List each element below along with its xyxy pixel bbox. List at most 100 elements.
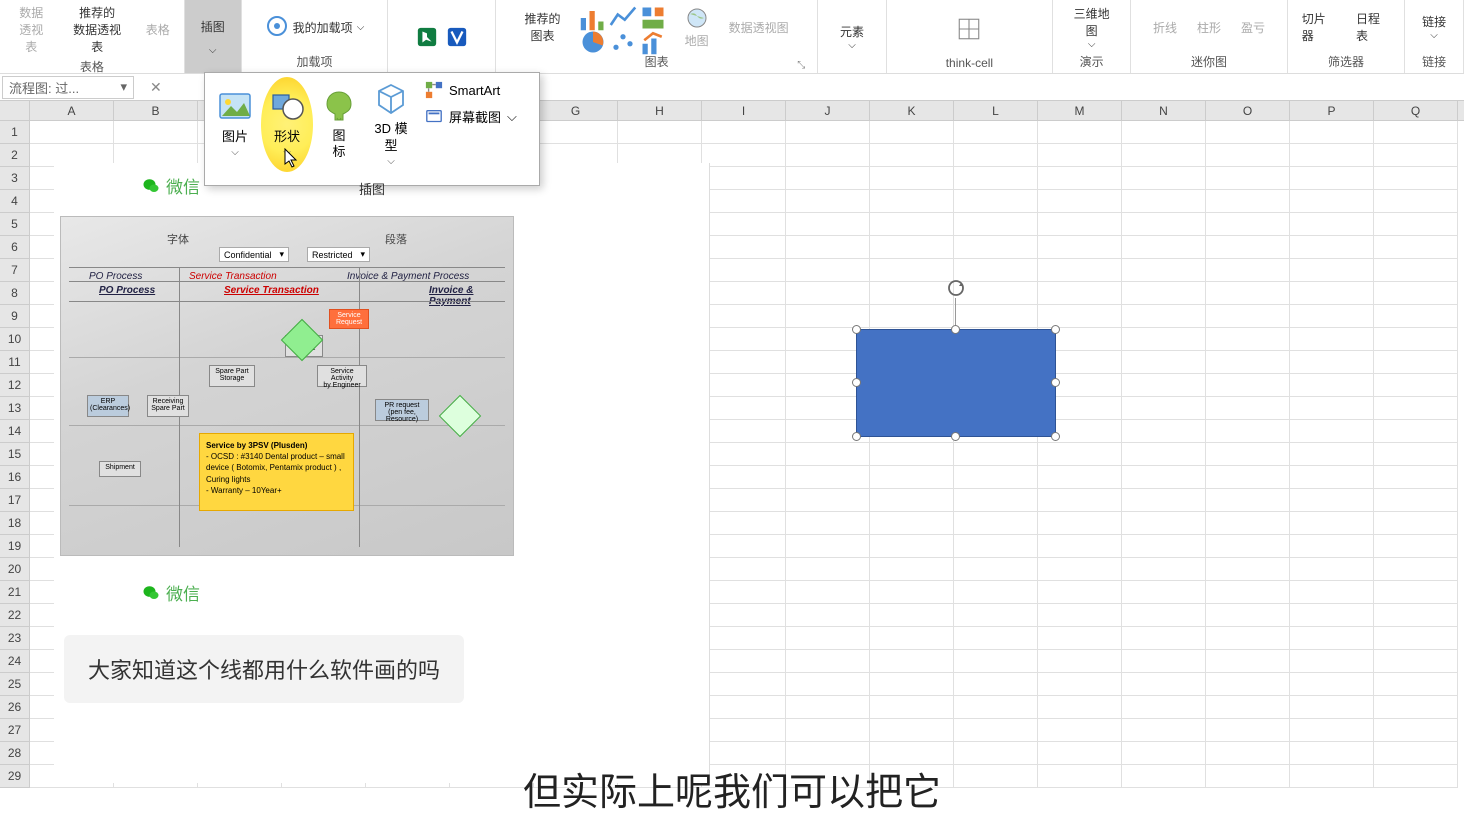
cell-Q24[interactable] <box>1374 650 1458 673</box>
cell-L25[interactable] <box>954 673 1038 696</box>
cell-K7[interactable] <box>870 259 954 282</box>
cell-N12[interactable] <box>1122 374 1206 397</box>
cell-M19[interactable] <box>1038 535 1122 558</box>
cell-O22[interactable] <box>1206 604 1290 627</box>
col-header-J[interactable]: J <box>786 101 870 120</box>
cell-L27[interactable] <box>954 719 1038 742</box>
cell-L21[interactable] <box>954 581 1038 604</box>
row-header-26[interactable]: 26 <box>0 696 30 719</box>
sparkline-winloss-button[interactable]: 盈亏 <box>1233 17 1273 38</box>
row-header-2[interactable]: 2 <box>0 144 30 167</box>
cell-K3[interactable] <box>870 167 954 190</box>
cell-I26[interactable] <box>702 696 786 719</box>
cell-M7[interactable] <box>1038 259 1122 282</box>
cell-P5[interactable] <box>1290 213 1374 236</box>
cell-M20[interactable] <box>1038 558 1122 581</box>
cell-P27[interactable] <box>1290 719 1374 742</box>
cell-M24[interactable] <box>1038 650 1122 673</box>
resize-handle-sw[interactable] <box>852 432 861 441</box>
cell-Q5[interactable] <box>1374 213 1458 236</box>
cell-I18[interactable] <box>702 512 786 535</box>
cell-J18[interactable] <box>786 512 870 535</box>
cell-M23[interactable] <box>1038 627 1122 650</box>
row-header-9[interactable]: 9 <box>0 305 30 328</box>
cell-I23[interactable] <box>702 627 786 650</box>
col-header-P[interactable]: P <box>1290 101 1374 120</box>
cell-L7[interactable] <box>954 259 1038 282</box>
cell-O24[interactable] <box>1206 650 1290 673</box>
cell-Q17[interactable] <box>1374 489 1458 512</box>
cell-I17[interactable] <box>702 489 786 512</box>
cell-Q27[interactable] <box>1374 719 1458 742</box>
cell-O3[interactable] <box>1206 167 1290 190</box>
cell-N6[interactable] <box>1122 236 1206 259</box>
cell-N23[interactable] <box>1122 627 1206 650</box>
cell-O25[interactable] <box>1206 673 1290 696</box>
cell-I2[interactable] <box>702 144 786 167</box>
row-header-14[interactable]: 14 <box>0 420 30 443</box>
cell-J25[interactable] <box>786 673 870 696</box>
cell-K26[interactable] <box>870 696 954 719</box>
cell-Q21[interactable] <box>1374 581 1458 604</box>
cell-P18[interactable] <box>1290 512 1374 535</box>
cell-J7[interactable] <box>786 259 870 282</box>
cell-Q4[interactable] <box>1374 190 1458 213</box>
cell-O11[interactable] <box>1206 351 1290 374</box>
cell-O19[interactable] <box>1206 535 1290 558</box>
thinkcell-icon[interactable] <box>956 16 982 42</box>
cell-K22[interactable] <box>870 604 954 627</box>
cell-Q11[interactable] <box>1374 351 1458 374</box>
cell-L1[interactable] <box>954 121 1038 144</box>
visio-icon[interactable] <box>446 26 468 48</box>
cell-I9[interactable] <box>702 305 786 328</box>
smartart-button[interactable]: SmartArt <box>425 81 517 99</box>
row-header-24[interactable]: 24 <box>0 650 30 673</box>
cell-Q19[interactable] <box>1374 535 1458 558</box>
cell-I4[interactable] <box>702 190 786 213</box>
cell-L6[interactable] <box>954 236 1038 259</box>
cell-J26[interactable] <box>786 696 870 719</box>
row-header-8[interactable]: 8 <box>0 282 30 305</box>
cell-O9[interactable] <box>1206 305 1290 328</box>
cell-Q26[interactable] <box>1374 696 1458 719</box>
cell-Q7[interactable] <box>1374 259 1458 282</box>
row-header-4[interactable]: 4 <box>0 190 30 213</box>
map-button[interactable]: 地图 <box>677 4 717 51</box>
cell-M1[interactable] <box>1038 121 1122 144</box>
cell-K2[interactable] <box>870 144 954 167</box>
cell-P16[interactable] <box>1290 466 1374 489</box>
col-header-N[interactable]: N <box>1122 101 1206 120</box>
bing-maps-icon[interactable] <box>416 26 438 48</box>
cell-L18[interactable] <box>954 512 1038 535</box>
cell-N2[interactable] <box>1122 144 1206 167</box>
cell-P23[interactable] <box>1290 627 1374 650</box>
cell-J2[interactable] <box>786 144 870 167</box>
cell-Q3[interactable] <box>1374 167 1458 190</box>
row-header-6[interactable]: 6 <box>0 236 30 259</box>
row-header-15[interactable]: 15 <box>0 443 30 466</box>
cell-O20[interactable] <box>1206 558 1290 581</box>
insert-3d-model-button[interactable]: 3D 模 型 ⌵ <box>365 77 417 172</box>
cell-J20[interactable] <box>786 558 870 581</box>
col-header-G[interactable]: G <box>534 101 618 120</box>
cell-O18[interactable] <box>1206 512 1290 535</box>
my-addins-button[interactable]: 我的加载项 ⌵ <box>257 12 373 42</box>
cell-L17[interactable] <box>954 489 1038 512</box>
cell-K20[interactable] <box>870 558 954 581</box>
cell-I7[interactable] <box>702 259 786 282</box>
cell-P25[interactable] <box>1290 673 1374 696</box>
col-header-M[interactable]: M <box>1038 101 1122 120</box>
cell-O2[interactable] <box>1206 144 1290 167</box>
pivot-from-data-button[interactable]: 数据 透视表 <box>6 2 56 57</box>
cell-I14[interactable] <box>702 420 786 443</box>
col-header-L[interactable]: L <box>954 101 1038 120</box>
threed-map-button[interactable]: 三维地 图 ⌵ <box>1066 3 1118 52</box>
row-header-20[interactable]: 20 <box>0 558 30 581</box>
cell-P6[interactable] <box>1290 236 1374 259</box>
row-header-17[interactable]: 17 <box>0 489 30 512</box>
cell-I19[interactable] <box>702 535 786 558</box>
cell-J17[interactable] <box>786 489 870 512</box>
cell-P20[interactable] <box>1290 558 1374 581</box>
cell-M27[interactable] <box>1038 719 1122 742</box>
col-header-B[interactable]: B <box>114 101 198 120</box>
